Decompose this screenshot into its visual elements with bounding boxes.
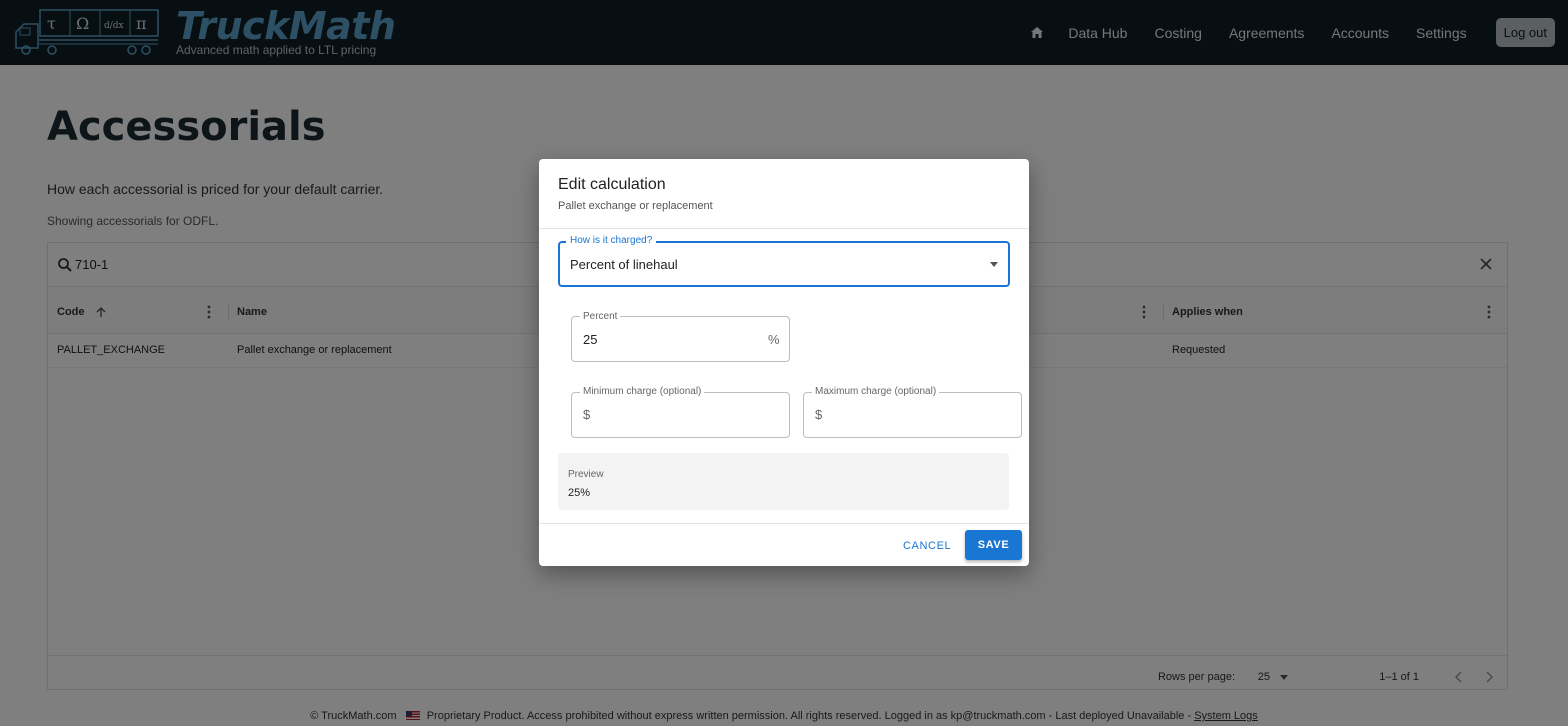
percent-label: Percent xyxy=(580,311,621,322)
preview-label: Preview xyxy=(568,469,604,480)
preview-value: 25% xyxy=(568,487,591,499)
divider xyxy=(539,523,1029,524)
charge-type-label: How is it charged? xyxy=(566,235,657,246)
maximum-charge-field[interactable] xyxy=(803,392,1022,438)
chevron-down-icon[interactable] xyxy=(990,262,998,267)
percent-unit: % xyxy=(768,332,780,347)
save-button[interactable]: SAVE xyxy=(965,530,1022,560)
maximum-charge-label: Maximum charge (optional) xyxy=(812,386,940,397)
minimum-charge-label: Minimum charge (optional) xyxy=(580,386,705,397)
preview-panel xyxy=(558,453,1009,510)
charge-type-value: Percent of linehaul xyxy=(570,257,678,272)
maximum-currency: $ xyxy=(815,407,823,422)
minimum-currency: $ xyxy=(583,407,591,422)
dialog-title: Edit calculation xyxy=(558,176,666,193)
minimum-charge-field[interactable] xyxy=(571,392,790,438)
percent-field[interactable] xyxy=(571,316,790,362)
edit-calculation-dialog: Edit calculation Pallet exchange or repl… xyxy=(539,159,1029,566)
percent-input[interactable]: 25 xyxy=(583,332,597,347)
dialog-subtitle: Pallet exchange or replacement xyxy=(558,200,713,212)
cancel-button[interactable]: CANCEL xyxy=(899,538,955,554)
divider xyxy=(539,228,1029,229)
